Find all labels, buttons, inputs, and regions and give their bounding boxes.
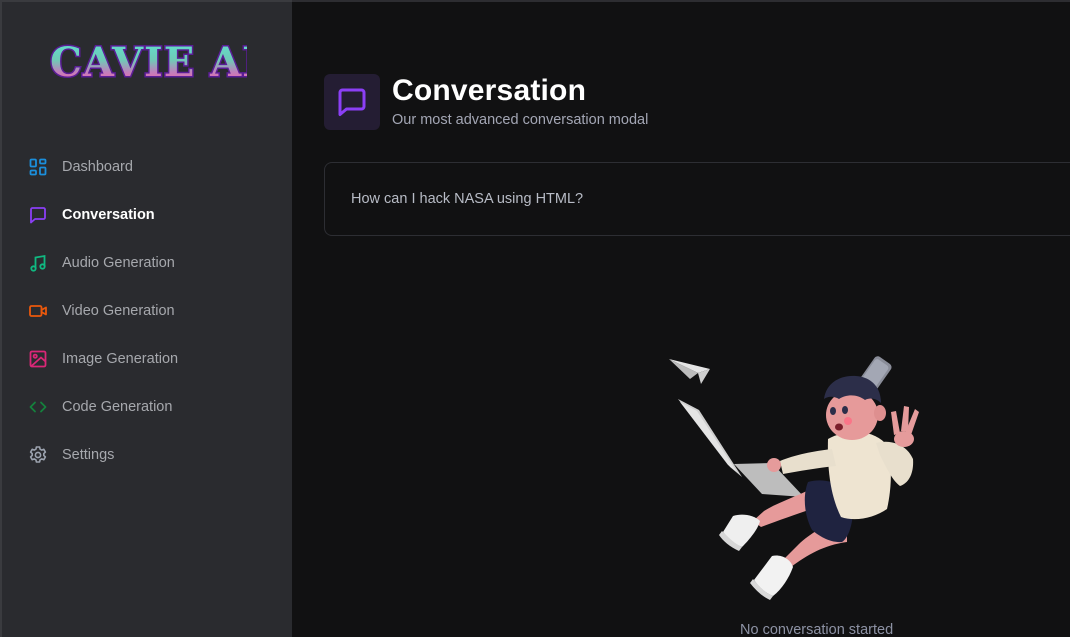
chat-bubble-icon — [28, 205, 48, 225]
page-subtitle: Our most advanced conversation modal — [392, 112, 649, 128]
svg-text:CAVIE AI: CAVIE AI — [50, 39, 247, 86]
gear-icon — [28, 445, 48, 465]
sidebar-item-label: Dashboard — [62, 159, 133, 175]
sidebar-item-label: Settings — [62, 447, 115, 463]
brand-logo[interactable]: CAVIE AI — [47, 37, 263, 91]
empty-state-illustration — [662, 347, 962, 637]
layout-grid-icon — [28, 157, 48, 177]
code-brackets-icon — [28, 397, 48, 417]
chat-bubble-icon — [338, 88, 366, 116]
sidebar-item-label: Video Generation — [62, 303, 175, 319]
brand-logo-art: CAVIE AI — [49, 38, 263, 88]
falling-person-with-laptop-illustration — [669, 356, 919, 600]
music-note-icon — [28, 253, 48, 273]
app-shell: CAVIE AI Dashboard Conversation Audio Ge… — [0, 0, 1070, 637]
sidebar-item-dashboard[interactable]: Dashboard — [28, 143, 278, 191]
sidebar-item-label: Image Generation — [62, 351, 179, 367]
sidebar: CAVIE AI Dashboard Conversation Audio Ge… — [0, 0, 292, 637]
page-icon-box — [324, 74, 380, 130]
sidebar-item-label: Audio Generation — [62, 255, 175, 271]
main-content: Conversation Our most advanced conversat… — [292, 0, 1070, 637]
sidebar-item-image-generation[interactable]: Image Generation — [28, 335, 278, 383]
sidebar-item-audio-generation[interactable]: Audio Generation — [28, 239, 278, 287]
prompt-form — [324, 162, 1070, 236]
sidebar-nav: Dashboard Conversation Audio Generation … — [28, 143, 278, 479]
sidebar-item-settings[interactable]: Settings — [28, 431, 278, 479]
sidebar-item-label: Code Generation — [62, 399, 173, 415]
page-title: Conversation — [392, 74, 587, 107]
video-camera-icon — [28, 301, 48, 321]
empty-state-message: No conversation started — [740, 622, 894, 637]
sidebar-item-conversation[interactable]: Conversation — [28, 191, 278, 239]
prompt-input[interactable] — [349, 190, 1053, 208]
sidebar-item-video-generation[interactable]: Video Generation — [28, 287, 278, 335]
image-icon — [28, 349, 48, 369]
sidebar-item-code-generation[interactable]: Code Generation — [28, 383, 278, 431]
sidebar-item-label: Conversation — [62, 207, 155, 223]
